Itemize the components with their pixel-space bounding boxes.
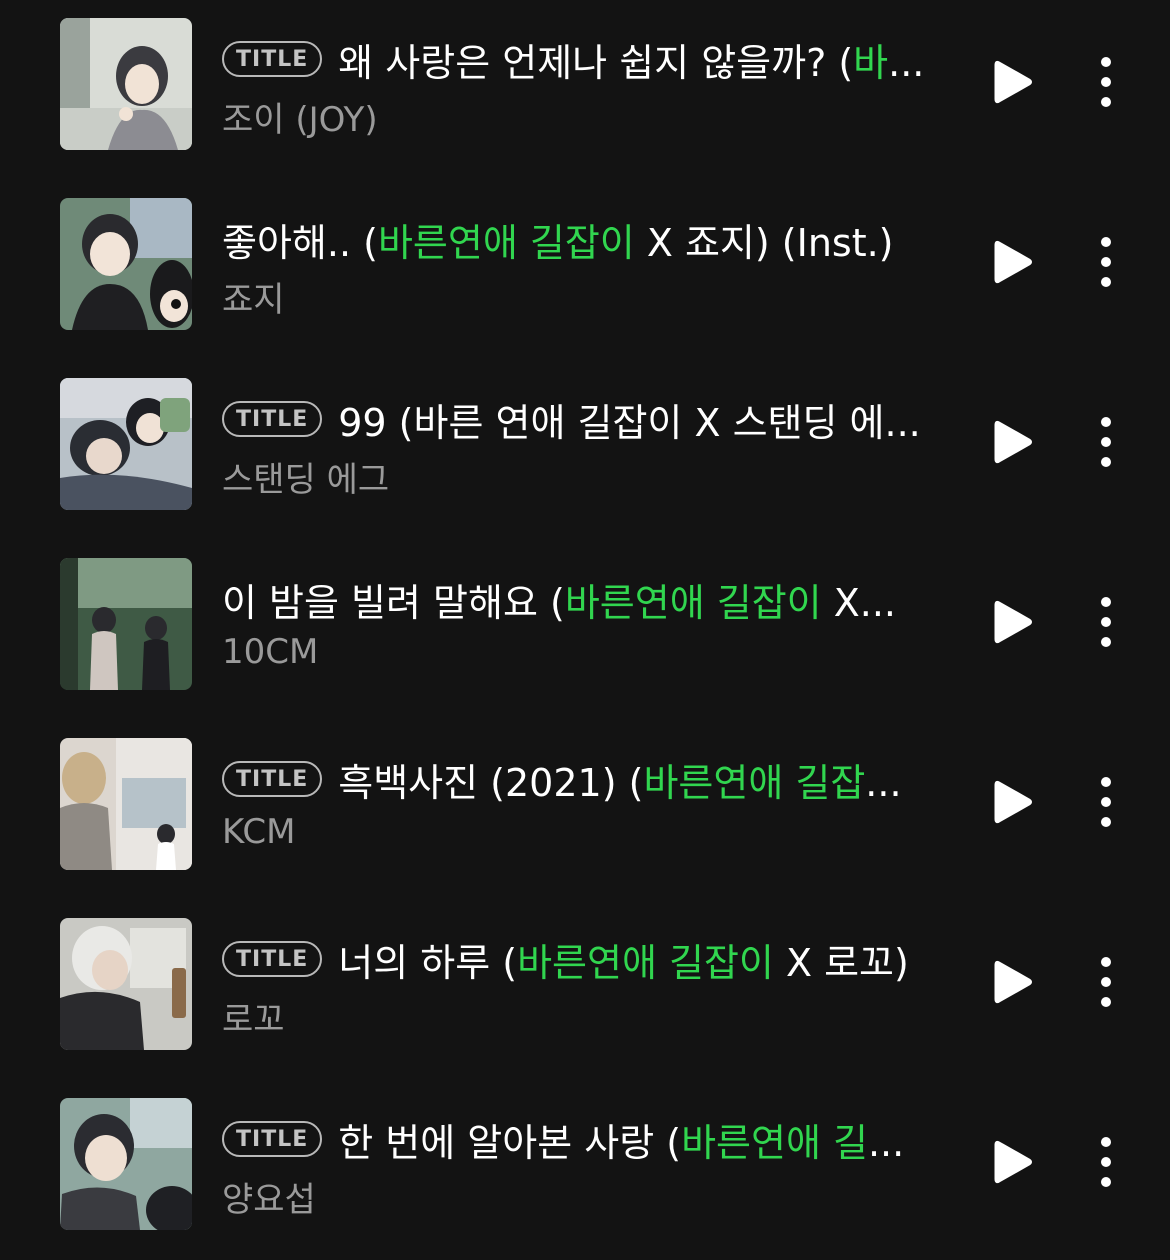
- play-button[interactable]: [990, 1138, 1036, 1186]
- track-title-line[interactable]: TITLE 왜 사랑은 언제나 쉽지 않을까? (바...: [222, 28, 962, 90]
- track-list: TITLE 왜 사랑은 언제나 쉽지 않을까? (바... 조이 (JOY) 좋…: [0, 0, 1170, 1260]
- track-title: 99 (바른 연애 길잡이 X 스탠딩 에...: [338, 400, 921, 445]
- track-artist[interactable]: 죠지: [222, 272, 285, 321]
- title-badge: TITLE: [222, 1121, 323, 1157]
- album-cover-icon: [60, 918, 192, 1050]
- album-cover-icon: [60, 18, 192, 150]
- track-title: 이 밤을 빌려 말해요 (바른연애 길잡이 X...: [222, 580, 896, 625]
- album-cover[interactable]: [60, 378, 192, 510]
- play-button[interactable]: [990, 778, 1036, 826]
- track-artist[interactable]: 10CM: [222, 632, 318, 672]
- track-artist[interactable]: 조이 (JOY): [222, 92, 378, 141]
- play-icon: [994, 600, 1032, 644]
- more-vertical-icon: [1101, 57, 1111, 107]
- track-title-line[interactable]: TITLE 너의 하루 (바른연애 길잡이 X 로꼬): [222, 928, 962, 990]
- track-artist[interactable]: 양요섭: [222, 1172, 316, 1221]
- track-artist[interactable]: 로꼬: [222, 992, 285, 1041]
- more-vertical-icon: [1101, 1137, 1111, 1187]
- album-cover[interactable]: [60, 558, 192, 690]
- track-title-line[interactable]: TITLE 99 (바른 연애 길잡이 X 스탠딩 에...: [222, 388, 962, 450]
- track-artist[interactable]: 스탠딩 에그: [222, 452, 389, 501]
- track-title-line[interactable]: TITLE 한 번에 알아본 사랑 (바른연애 길...: [222, 1108, 962, 1170]
- play-icon: [994, 960, 1032, 1004]
- more-vertical-icon: [1101, 777, 1111, 827]
- track-row[interactable]: TITLE 99 (바른 연애 길잡이 X 스탠딩 에... 스탠딩 에그: [0, 360, 1170, 540]
- play-button[interactable]: [990, 238, 1036, 286]
- play-icon: [994, 780, 1032, 824]
- more-options-button[interactable]: [1090, 234, 1122, 290]
- track-title: 왜 사랑은 언제나 쉽지 않을까? (바...: [338, 40, 925, 85]
- play-icon: [994, 1140, 1032, 1184]
- track-row[interactable]: 좋아해.. (바른연애 길잡이 X 죠지) (Inst.) 죠지: [0, 180, 1170, 360]
- track-row[interactable]: TITLE 흑백사진 (2021) (바른연애 길잡... KCM: [0, 720, 1170, 900]
- track-row[interactable]: TITLE 한 번에 알아본 사랑 (바른연애 길... 양요섭: [0, 1080, 1170, 1260]
- track-title: 한 번에 알아본 사랑 (바른연애 길...: [338, 1120, 905, 1165]
- album-cover[interactable]: [60, 1098, 192, 1230]
- title-badge: TITLE: [222, 941, 323, 977]
- title-badge: TITLE: [222, 401, 323, 437]
- album-cover[interactable]: [60, 738, 192, 870]
- more-options-button[interactable]: [1090, 1134, 1122, 1190]
- title-badge: TITLE: [222, 761, 323, 797]
- album-cover-icon: [60, 1098, 192, 1230]
- track-title: 너의 하루 (바른연애 길잡이 X 로꼬): [338, 940, 909, 985]
- play-button[interactable]: [990, 958, 1036, 1006]
- album-cover[interactable]: [60, 918, 192, 1050]
- more-options-button[interactable]: [1090, 414, 1122, 470]
- album-cover[interactable]: [60, 18, 192, 150]
- track-row[interactable]: TITLE 왜 사랑은 언제나 쉽지 않을까? (바... 조이 (JOY): [0, 0, 1170, 180]
- more-options-button[interactable]: [1090, 954, 1122, 1010]
- track-title-line[interactable]: 이 밤을 빌려 말해요 (바른연애 길잡이 X...: [222, 568, 962, 630]
- track-artist[interactable]: KCM: [222, 812, 296, 852]
- play-icon: [994, 420, 1032, 464]
- track-title-line[interactable]: TITLE 흑백사진 (2021) (바른연애 길잡...: [222, 748, 962, 810]
- album-cover-icon: [60, 558, 192, 690]
- play-icon: [994, 240, 1032, 284]
- more-vertical-icon: [1101, 597, 1111, 647]
- more-vertical-icon: [1101, 237, 1111, 287]
- more-vertical-icon: [1101, 417, 1111, 467]
- track-row[interactable]: TITLE 너의 하루 (바른연애 길잡이 X 로꼬) 로꼬: [0, 900, 1170, 1080]
- play-button[interactable]: [990, 598, 1036, 646]
- more-options-button[interactable]: [1090, 594, 1122, 650]
- more-vertical-icon: [1101, 957, 1111, 1007]
- track-title: 좋아해.. (바른연애 길잡이 X 죠지) (Inst.): [222, 220, 894, 265]
- play-icon: [994, 60, 1032, 104]
- album-cover-icon: [60, 738, 192, 870]
- album-cover-icon: [60, 378, 192, 510]
- album-cover-icon: [60, 198, 192, 330]
- album-cover[interactable]: [60, 198, 192, 330]
- title-badge: TITLE: [222, 41, 323, 77]
- track-title-line[interactable]: 좋아해.. (바른연애 길잡이 X 죠지) (Inst.): [222, 208, 962, 270]
- play-button[interactable]: [990, 418, 1036, 466]
- play-button[interactable]: [990, 58, 1036, 106]
- track-title: 흑백사진 (2021) (바른연애 길잡...: [338, 760, 902, 805]
- more-options-button[interactable]: [1090, 54, 1122, 110]
- more-options-button[interactable]: [1090, 774, 1122, 830]
- track-row[interactable]: 이 밤을 빌려 말해요 (바른연애 길잡이 X... 10CM: [0, 540, 1170, 720]
